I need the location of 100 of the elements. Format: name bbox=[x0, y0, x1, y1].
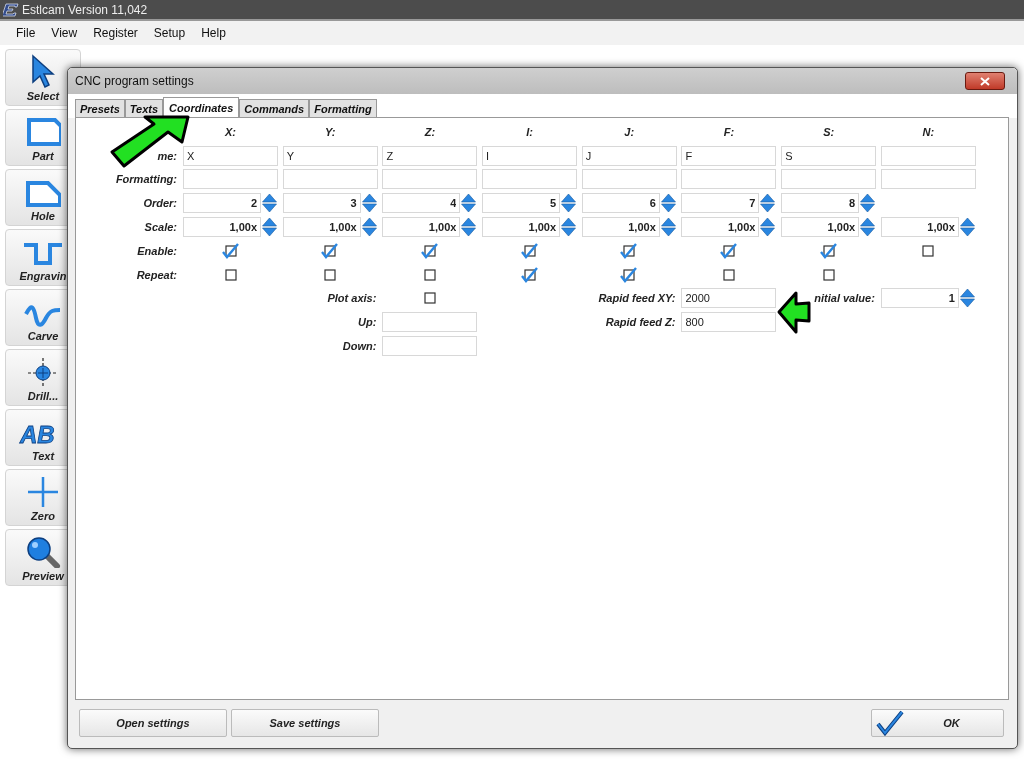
number-field[interactable]: 3 bbox=[282, 193, 361, 214]
column-header: I: bbox=[525, 125, 534, 138]
number-field[interactable]: 7 bbox=[681, 193, 760, 214]
text-field[interactable] bbox=[482, 169, 578, 190]
menu-item[interactable]: Help bbox=[193, 24, 234, 42]
column-header: X: bbox=[224, 125, 237, 138]
spinner-arrows-icon[interactable] bbox=[262, 217, 277, 238]
number-field[interactable]: 8 bbox=[781, 193, 860, 214]
field-label: nitial value: bbox=[813, 292, 876, 305]
number-field[interactable]: 1,00x bbox=[183, 217, 261, 238]
text-field[interactable] bbox=[681, 169, 777, 190]
app-logo-icon bbox=[3, 2, 19, 17]
number-field[interactable]: 1,00x bbox=[282, 217, 361, 238]
tab[interactable]: Coordinates bbox=[163, 97, 240, 118]
letters-icon: AB bbox=[6, 422, 55, 448]
number-field[interactable]: 1,00x bbox=[681, 217, 760, 238]
checkbox[interactable] bbox=[719, 242, 738, 259]
text-field[interactable]: S bbox=[781, 145, 877, 166]
spinner-arrows-icon[interactable] bbox=[361, 217, 377, 238]
checkbox[interactable] bbox=[620, 266, 639, 283]
checkbox[interactable] bbox=[620, 242, 639, 259]
text-field[interactable]: 800 bbox=[681, 312, 777, 333]
field-label: Up: bbox=[357, 316, 378, 329]
crosshair-icon bbox=[28, 358, 58, 388]
spinner-arrows-icon[interactable] bbox=[860, 217, 876, 238]
row-label: Enable: bbox=[136, 244, 178, 257]
magnifier-icon bbox=[25, 536, 61, 568]
text-field[interactable]: X bbox=[183, 145, 278, 166]
field-label: Rapid feed Z: bbox=[604, 316, 677, 329]
number-field[interactable]: 1,00x bbox=[880, 217, 959, 238]
number-field[interactable]: 1,00x bbox=[781, 217, 860, 238]
text-field[interactable] bbox=[880, 169, 976, 190]
groove-icon bbox=[24, 240, 62, 268]
number-field[interactable]: 5 bbox=[482, 193, 561, 214]
text-field[interactable]: I bbox=[482, 145, 578, 166]
text-field[interactable]: Z bbox=[382, 145, 478, 166]
number-field[interactable]: 1 bbox=[880, 288, 959, 309]
spinner-arrows-icon[interactable] bbox=[860, 193, 876, 214]
checkbox[interactable] bbox=[221, 242, 240, 259]
spinner-arrows-icon[interactable] bbox=[561, 217, 577, 238]
close-icon bbox=[980, 76, 990, 86]
row-label: me: bbox=[156, 149, 178, 162]
spinner-arrows-icon[interactable] bbox=[959, 288, 975, 309]
column-header: Y: bbox=[324, 125, 337, 138]
text-field[interactable] bbox=[382, 169, 478, 190]
text-field[interactable]: F bbox=[681, 145, 777, 166]
close-button[interactable] bbox=[965, 72, 1005, 90]
checkbox[interactable] bbox=[420, 242, 439, 259]
checkbox[interactable] bbox=[321, 242, 340, 259]
menu-item[interactable]: Setup bbox=[145, 24, 194, 42]
text-field[interactable] bbox=[382, 336, 478, 357]
column-header: S: bbox=[822, 125, 836, 138]
pointer-icon bbox=[30, 54, 56, 88]
row-label: Repeat: bbox=[135, 268, 178, 281]
spinner-arrows-icon[interactable] bbox=[461, 193, 477, 214]
row-label: Order: bbox=[142, 197, 178, 210]
open-settings-button[interactable]: Open settings bbox=[79, 709, 227, 737]
spinner-arrows-icon[interactable] bbox=[262, 193, 277, 214]
text-field[interactable] bbox=[781, 169, 877, 190]
text-field[interactable] bbox=[382, 312, 478, 333]
text-field[interactable] bbox=[282, 169, 378, 190]
plus-icon bbox=[27, 476, 59, 508]
window-title: Estlcam Version 11,042 bbox=[22, 2, 148, 17]
number-field[interactable]: 4 bbox=[382, 193, 461, 214]
spinner-arrows-icon[interactable] bbox=[660, 217, 676, 238]
text-field[interactable] bbox=[183, 169, 278, 190]
number-field[interactable]: 1,00x bbox=[581, 217, 660, 238]
annotation-arrow bbox=[777, 291, 811, 334]
shape-icon bbox=[25, 180, 61, 208]
row-label: Formatting: bbox=[114, 173, 178, 186]
menu-item[interactable]: Register bbox=[85, 24, 146, 42]
spinner-arrows-icon[interactable] bbox=[461, 217, 477, 238]
column-header: N: bbox=[921, 125, 936, 138]
text-field[interactable] bbox=[880, 145, 976, 166]
menu-item[interactable]: View bbox=[43, 24, 86, 42]
text-field[interactable]: 2000 bbox=[681, 288, 777, 309]
field-label: Rapid feed XY: bbox=[597, 292, 677, 305]
column-header: Z: bbox=[423, 125, 437, 138]
field-label: Plot axis: bbox=[326, 292, 378, 305]
text-field[interactable] bbox=[581, 169, 677, 190]
checkbox[interactable] bbox=[819, 242, 838, 259]
checkbox[interactable] bbox=[520, 266, 539, 283]
text-field[interactable]: Y bbox=[282, 145, 378, 166]
checkbox[interactable] bbox=[520, 242, 539, 259]
spinner-arrows-icon[interactable] bbox=[760, 217, 776, 238]
spinner-arrows-icon[interactable] bbox=[660, 193, 676, 214]
number-field[interactable]: 6 bbox=[581, 193, 660, 214]
spinner-arrows-icon[interactable] bbox=[760, 193, 776, 214]
spinner-arrows-icon[interactable] bbox=[959, 217, 975, 238]
number-field[interactable]: 2 bbox=[183, 193, 261, 214]
menu-item[interactable]: File bbox=[8, 24, 44, 42]
spinner-arrows-icon[interactable] bbox=[361, 193, 377, 214]
number-field[interactable]: 1,00x bbox=[482, 217, 561, 238]
save-settings-button[interactable]: Save settings bbox=[231, 709, 379, 737]
spinner-arrows-icon[interactable] bbox=[561, 193, 577, 214]
ok-button[interactable]: OK bbox=[871, 709, 1004, 737]
number-field[interactable]: 1,00x bbox=[382, 217, 461, 238]
column-header: J: bbox=[623, 125, 636, 138]
text-field[interactable]: J bbox=[581, 145, 677, 166]
column-header: F: bbox=[722, 125, 736, 138]
